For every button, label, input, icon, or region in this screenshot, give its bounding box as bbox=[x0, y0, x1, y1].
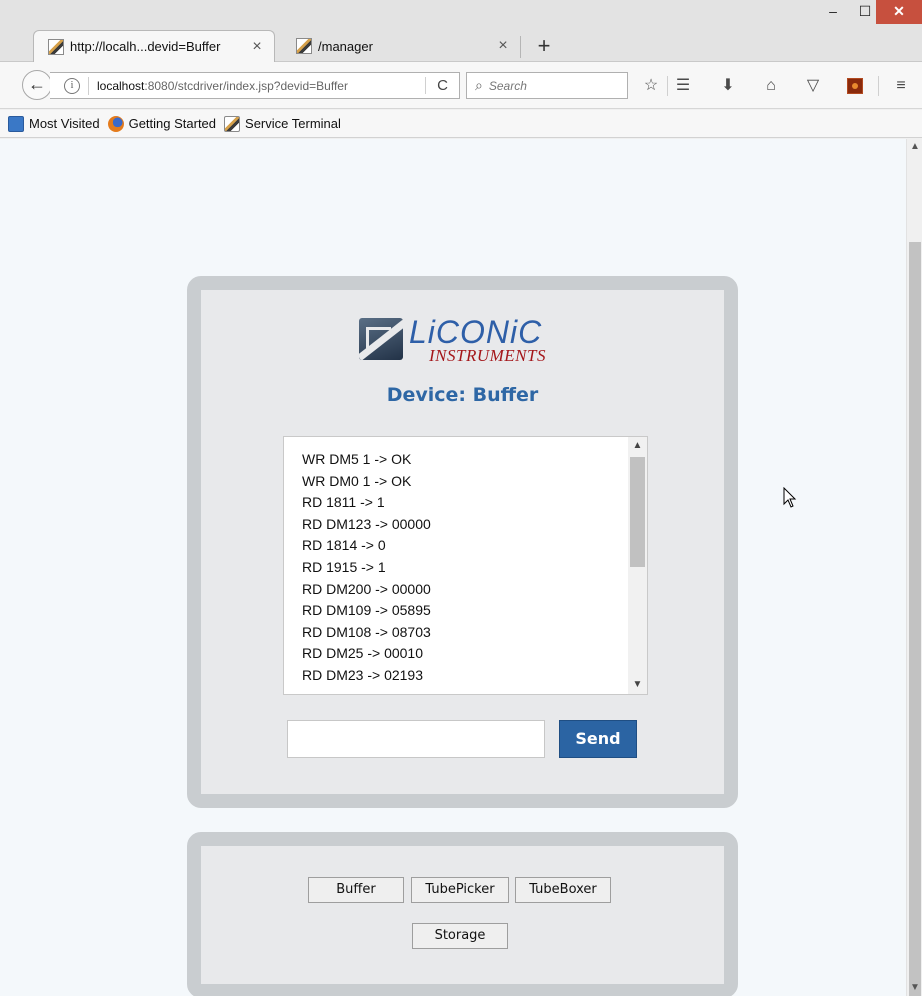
log-line: WR DM0 1 -> OK bbox=[302, 472, 412, 489]
bookmarks-toolbar: Most Visited Getting Started Service Ter… bbox=[0, 110, 922, 138]
send-button[interactable]: Send bbox=[559, 720, 637, 758]
extension-icon[interactable] bbox=[847, 78, 863, 94]
tab-close-icon[interactable]: × bbox=[246, 38, 268, 56]
mouse-cursor-icon bbox=[783, 487, 797, 508]
logo-subtitle: INSTRUMENTS bbox=[429, 346, 546, 365]
url-divider bbox=[88, 76, 89, 95]
tab-separator bbox=[520, 36, 521, 58]
tab-label: /manager bbox=[318, 38, 373, 54]
pocket-icon[interactable]: ▽ bbox=[802, 77, 824, 95]
page-viewport: LiCONiC INSTRUMENTS Device: Buffer WR DM… bbox=[0, 139, 906, 996]
search-field[interactable]: ⌕ Search bbox=[466, 72, 628, 99]
bookmark-label: Most Visited bbox=[29, 116, 100, 131]
download-icon[interactable]: ⬇ bbox=[717, 77, 739, 95]
log-line: RD 1915 -> 1 bbox=[302, 558, 386, 575]
scroll-down-icon[interactable]: ▼ bbox=[628, 676, 647, 694]
log-line: RD DM109 -> 05895 bbox=[302, 602, 431, 619]
url-host: localhost bbox=[97, 78, 145, 93]
site-info-icon[interactable]: i bbox=[64, 77, 80, 94]
service-terminal-favicon-icon bbox=[224, 115, 241, 132]
log-line: RD 1811 -> 1 bbox=[302, 494, 385, 511]
log-line: RD DM108 -> 08703 bbox=[302, 623, 431, 640]
bookmark-service-terminal[interactable]: Service Terminal bbox=[224, 115, 341, 132]
reload-icon[interactable]: C bbox=[425, 77, 459, 94]
log-line: RD DM25 -> 00010 bbox=[302, 645, 424, 662]
scroll-up-icon[interactable]: ▲ bbox=[907, 139, 922, 155]
menu-icon[interactable]: ≡ bbox=[890, 77, 912, 95]
service-terminal-favicon-icon bbox=[48, 38, 64, 55]
most-visited-icon bbox=[8, 115, 24, 132]
command-input[interactable] bbox=[287, 720, 545, 758]
scroll-down-icon[interactable]: ▼ bbox=[907, 980, 922, 996]
device-selector-panel: Buffer TubePicker TubeBoxer Storage bbox=[187, 832, 738, 996]
device-panel: LiCONiC INSTRUMENTS Device: Buffer WR DM… bbox=[187, 276, 738, 808]
log-line: WR DM5 1 -> OK bbox=[302, 451, 412, 467]
search-icon: ⌕ bbox=[475, 77, 483, 93]
tab-buffer[interactable]: http://localh...devid=Buffer × bbox=[33, 30, 275, 62]
scrollbar-thumb[interactable] bbox=[909, 242, 921, 996]
minimize-window-icon[interactable]: – bbox=[816, 0, 850, 24]
tubepicker-button[interactable]: TubePicker bbox=[411, 877, 509, 903]
address-bar[interactable]: i localhost:8080/stcdriver/index.jsp?dev… bbox=[50, 72, 460, 99]
new-tab-icon[interactable]: + bbox=[530, 32, 558, 60]
command-log[interactable]: WR DM5 1 -> OK WR DM0 1 -> OK RD 1811 -> 1… bbox=[283, 436, 648, 695]
reading-list-icon[interactable]: ☰ bbox=[672, 77, 694, 95]
bookmark-label: Service Terminal bbox=[245, 116, 341, 131]
liconic-logo-icon bbox=[359, 318, 403, 360]
tubeboxer-button[interactable]: TubeBoxer bbox=[515, 877, 611, 903]
log-line: RD DM123 -> 00000 bbox=[302, 515, 431, 532]
tab-close-icon[interactable]: × bbox=[492, 37, 514, 55]
star-icon[interactable]: ☆ bbox=[640, 77, 662, 95]
back-arrow-icon[interactable]: ← bbox=[22, 70, 52, 100]
firefox-icon bbox=[107, 115, 124, 132]
bookmark-getting-started[interactable]: Getting Started bbox=[107, 115, 217, 132]
url-text[interactable]: localhost:8080/stcdriver/index.jsp?devid… bbox=[97, 79, 425, 93]
bookmark-label: Getting Started bbox=[128, 116, 217, 131]
log-lines: WR DM5 1 -> OK WR DM0 1 -> OK RD 1811 -> 1… bbox=[284, 437, 628, 694]
log-line: RD 1814 -> 0 bbox=[302, 537, 386, 554]
service-terminal-favicon-icon bbox=[296, 38, 312, 54]
navigation-toolbar: ← i localhost:8080/stcdriver/index.jsp?d… bbox=[0, 62, 922, 109]
log-line: RD DM200 -> 00000 bbox=[302, 580, 431, 597]
toolbar-divider bbox=[667, 76, 668, 96]
url-path: :8080/stcdriver/index.jsp?devid=Buffer bbox=[144, 78, 348, 93]
close-window-icon[interactable]: ✕ bbox=[876, 0, 922, 24]
toolbar-divider bbox=[878, 76, 879, 96]
log-scrollbar[interactable]: ▲ ▼ bbox=[628, 437, 647, 694]
bookmark-most-visited[interactable]: Most Visited bbox=[8, 115, 100, 132]
scrollbar-thumb[interactable] bbox=[630, 457, 645, 567]
page-scrollbar[interactable]: ▲ ▼ bbox=[906, 139, 922, 996]
log-line: RD DM23 -> 02193 bbox=[302, 666, 424, 683]
storage-button[interactable]: Storage bbox=[412, 923, 508, 949]
scroll-up-icon[interactable]: ▲ bbox=[628, 437, 647, 455]
page-title: Device: Buffer bbox=[386, 384, 539, 406]
home-icon[interactable]: ⌂ bbox=[760, 77, 782, 95]
tab-manager[interactable]: /manager × bbox=[282, 30, 520, 62]
search-placeholder: Search bbox=[488, 78, 527, 93]
liconic-logo: LiCONiC INSTRUMENTS bbox=[359, 314, 579, 370]
buffer-button[interactable]: Buffer bbox=[308, 877, 404, 903]
tab-label: http://localh...devid=Buffer bbox=[70, 39, 221, 54]
browser-titlebar: http://localh...devid=Buffer × /manager … bbox=[0, 0, 922, 62]
